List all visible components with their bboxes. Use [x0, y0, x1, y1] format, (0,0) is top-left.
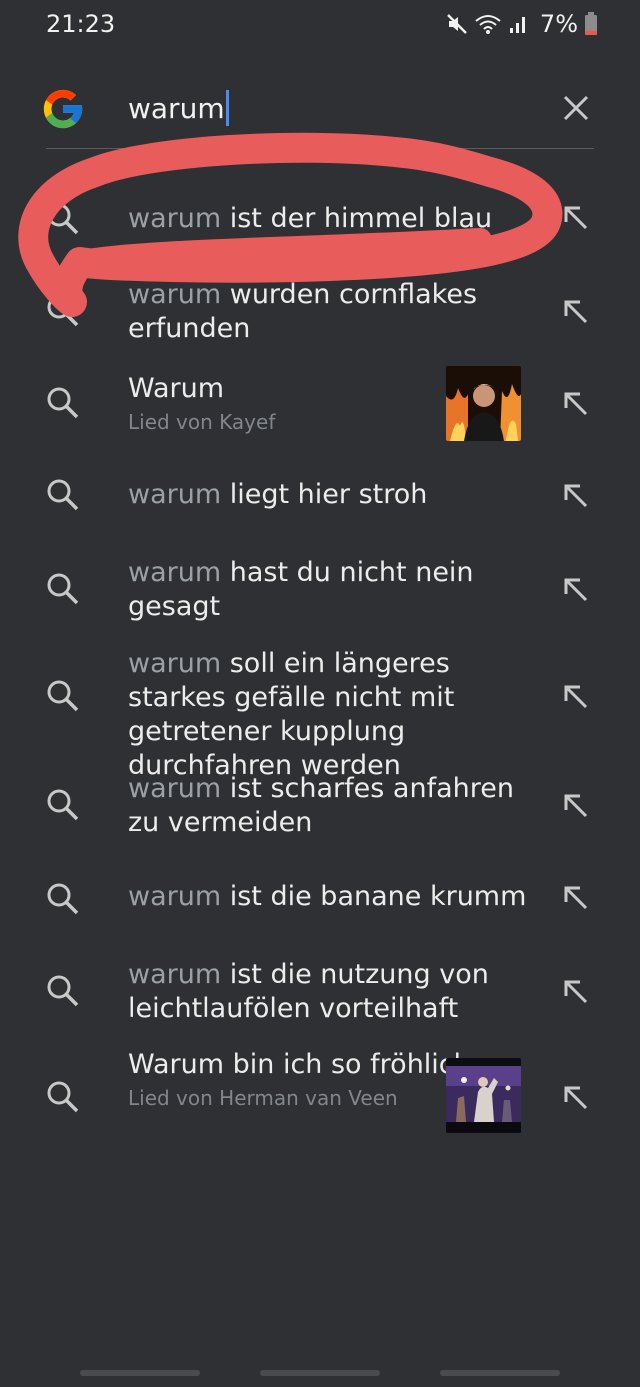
clear-search-button[interactable] — [556, 88, 596, 128]
nav-recent-apps[interactable] — [80, 1370, 200, 1376]
mute-icon — [447, 14, 467, 34]
fill-query-arrow-icon[interactable] — [560, 976, 592, 1008]
google-g-logo-icon — [43, 89, 83, 129]
fill-query-arrow-icon[interactable] — [560, 388, 592, 420]
suggestion-text: warum wurden cornflakes erfunden — [128, 279, 478, 344]
search-icon — [47, 387, 79, 419]
search-icon — [47, 573, 79, 605]
status-icons: 7% — [446, 10, 598, 38]
battery-percent: 7% — [539, 10, 578, 38]
signal-icon — [509, 17, 525, 33]
text-cursor — [225, 90, 229, 126]
fill-query-arrow-icon[interactable] — [560, 574, 592, 606]
search-input[interactable]: warum — [128, 90, 229, 126]
fill-query-arrow-icon[interactable] — [560, 1082, 592, 1114]
nav-back[interactable] — [440, 1370, 560, 1376]
fill-query-arrow-icon[interactable] — [560, 681, 592, 713]
search-icon — [47, 789, 79, 821]
search-bar[interactable]: warum — [0, 70, 640, 150]
status-bar: 21:23 7% — [0, 0, 640, 56]
suggestion-text: warum ist die nutzung von leichtlaufölen… — [128, 959, 489, 1024]
suggestion-text: warum ist scharfes anfahren zu vermeiden — [128, 773, 514, 838]
album-art-herman-van-veen — [446, 1058, 521, 1133]
suggestion-text: warum hast du nicht nein gesagt — [128, 557, 474, 622]
wifi-icon — [475, 15, 501, 34]
fill-query-arrow-icon[interactable] — [560, 296, 592, 328]
fill-query-arrow-icon[interactable] — [560, 480, 592, 512]
battery-icon — [585, 12, 597, 35]
album-art-kayef — [446, 366, 521, 441]
fill-query-arrow-icon[interactable] — [560, 882, 592, 914]
search-icon — [47, 1081, 79, 1113]
search-icon — [47, 975, 79, 1007]
fill-query-arrow-icon[interactable] — [560, 790, 592, 822]
search-icon — [47, 203, 79, 235]
suggestion-text: warum ist die banane krumm — [128, 881, 527, 912]
search-icon — [47, 295, 79, 327]
status-time: 21:23 — [46, 10, 116, 38]
nav-home[interactable] — [260, 1370, 380, 1376]
suggestion-text: warum ist der himmel blau — [128, 203, 493, 234]
suggestion-text: warum liegt hier stroh — [128, 479, 428, 510]
search-icon — [47, 883, 79, 915]
google-search-screen: 21:23 7% warum warum ist der himmel blau… — [0, 0, 640, 1387]
search-icon — [47, 479, 79, 511]
search-icon — [47, 680, 79, 712]
search-divider — [46, 148, 594, 149]
search-query-text: warum — [128, 91, 225, 125]
fill-query-arrow-icon[interactable] — [560, 202, 592, 234]
suggestion-text: warum soll ein längeres starkes gefälle … — [128, 648, 455, 781]
